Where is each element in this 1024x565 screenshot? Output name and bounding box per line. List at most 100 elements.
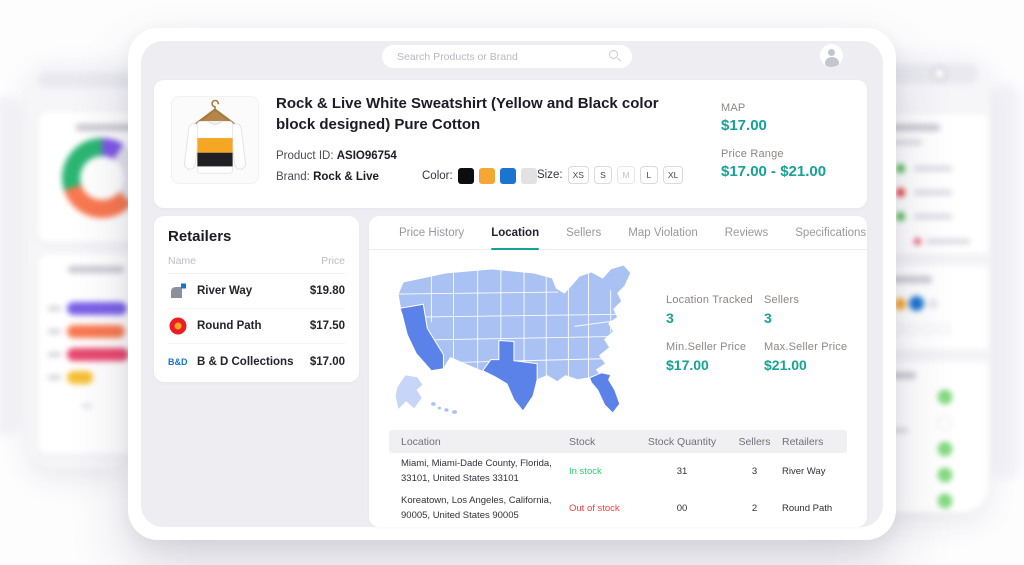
retailer-row-bd[interactable]: B&D B & D Collections $17.00 [168,344,345,379]
cell-stock-quantity: 00 [676,503,688,514]
column-name: Name [168,255,197,267]
product-summary-card: Rock & Live White Sweatshirt (Yellow and… [154,80,867,208]
size-chip-xs[interactable]: XS [567,166,589,184]
bd-logo-text: B&D [168,356,188,367]
us-map[interactable] [387,260,649,428]
background-donut-card [38,112,132,242]
header-retailers: Retailers [782,435,824,448]
product-id-row: Product ID: ASIO96754 [276,150,397,162]
size-label: Size: [537,169,563,181]
background-checklist-card [880,362,988,512]
detail-tabs-card: Price History Location Sellers Map Viola… [369,216,867,527]
circle-icon [938,416,952,430]
background-search-icon [932,66,947,81]
product-brand-row: Brand: Rock & Live [276,171,379,183]
cell-retailer: Round Path [782,503,833,514]
background-variant-card [880,266,988,350]
retailer-name: B & D Collections [197,355,294,368]
column-price: Price [321,255,345,267]
sweatshirt-image [183,99,247,174]
retailer-name: Round Path [197,320,262,332]
header-stock: Stock [569,435,596,448]
size-chip-s[interactable]: S [593,166,612,184]
table-header: Location Stock Stock Quantity Sellers Re… [389,430,847,453]
table-row: Miami, Miami-Dade County, Florida, 33101… [389,453,847,490]
retailer-row-riverway[interactable]: River Way $19.80 [168,274,345,309]
blurred-title [76,124,132,131]
cell-location: Miami, Miami-Dade County, Florida, 33101… [401,458,552,484]
search-icon[interactable] [609,50,618,59]
map-price-block: MAP $17.00 [721,102,767,134]
retailer-row-roundpath[interactable]: Round Path $17.50 [168,309,345,344]
retailer-price: $17.00 [309,355,345,368]
color-swatch-gray[interactable] [520,168,537,184]
size-chip-l[interactable]: L [639,166,658,184]
product-title: Rock & Live White Sweatshirt (Yellow and… [276,95,659,134]
retailer-price: $17.50 [309,320,345,332]
location-table: Location Stock Stock Quantity Sellers Re… [389,430,847,527]
cell-stock-status: Out of stock [569,503,620,514]
header-location: Location [401,435,441,448]
background-donut-chart [62,138,132,218]
price-range-label: Price Range [721,148,784,160]
search-input[interactable] [382,45,632,68]
cell-stock-status: In stock [569,466,602,477]
cell-sellers: 2 [751,503,758,514]
retailer-name: River Way [197,285,253,297]
background-shape-far-right [992,84,1020,480]
state-alaska [394,374,424,412]
blurred-title [68,266,124,273]
check-icon [938,442,952,456]
user-avatar[interactable] [820,44,843,67]
tab-location[interactable]: Location [491,216,539,250]
stat-sellers: Sellers 3 [764,294,800,326]
tab-sellers[interactable]: Sellers [566,216,601,249]
background-panel-left [28,62,132,468]
stat-min-seller-price: Min.Seller Price $17.00 [666,341,747,373]
size-chip-m[interactable]: M [616,166,635,184]
check-icon [938,390,952,404]
main-dashboard-card: Rock & Live White Sweatshirt (Yellow and… [128,28,896,540]
size-chip-xl[interactable]: XL [662,166,684,184]
check-icon [938,468,952,482]
color-swatch-blue[interactable] [499,168,516,184]
price-range-block: Price Range $17.00 - $21.00 [721,148,826,180]
check-icon [938,494,952,508]
header-stock-quantity: Stock Quantity [647,435,717,448]
cell-stock-quantity: 31 [676,466,688,477]
table-row: Koreatown, Los Angeles, California, 9000… [389,490,847,527]
product-id-label: Product ID: [276,150,334,162]
brand-value: Rock & Live [313,171,379,183]
background-bars-card [38,254,132,454]
color-options: Color: [422,168,537,184]
cell-sellers: 3 [751,466,758,477]
state-florida [588,372,621,414]
bd-logo: B&D [168,352,188,372]
color-swatch-black[interactable] [457,168,474,184]
product-id-value: ASIO96754 [336,150,397,162]
tab-reviews[interactable]: Reviews [725,216,768,249]
retailers-title: Retailers [168,228,232,245]
roundpath-logo [168,316,188,336]
header-sellers: Sellers [738,435,771,448]
tab-map-violation[interactable]: Map Violation [628,216,697,249]
retailer-price: $19.80 [309,285,345,297]
riverway-logo [168,281,188,301]
retailers-card: Retailers Name Price River Way $19.80 Ro… [154,216,359,382]
color-label: Color: [422,170,453,182]
tab-specifications[interactable]: Specifications [795,216,866,249]
cell-retailer: River Way [782,466,826,477]
map-label: MAP [721,102,746,114]
tab-bar: Price History Location Sellers Map Viola… [369,216,867,250]
background-topbar [38,72,132,88]
app-background: { "topbar": { "search_placeholder": "Sea… [0,0,1024,565]
map-value: $17.00 [721,117,767,134]
background-shape-far-left [0,96,20,436]
cell-location: Koreatown, Los Angeles, California, 9000… [401,495,552,521]
dashboard-surface: Rock & Live White Sweatshirt (Yellow and… [141,41,883,527]
background-list-card [880,114,988,254]
product-image [171,96,259,184]
color-swatch-orange[interactable] [478,168,495,184]
tab-price-history[interactable]: Price History [399,216,464,249]
stat-max-seller-price: Max.Seller Price $21.00 [764,341,848,373]
